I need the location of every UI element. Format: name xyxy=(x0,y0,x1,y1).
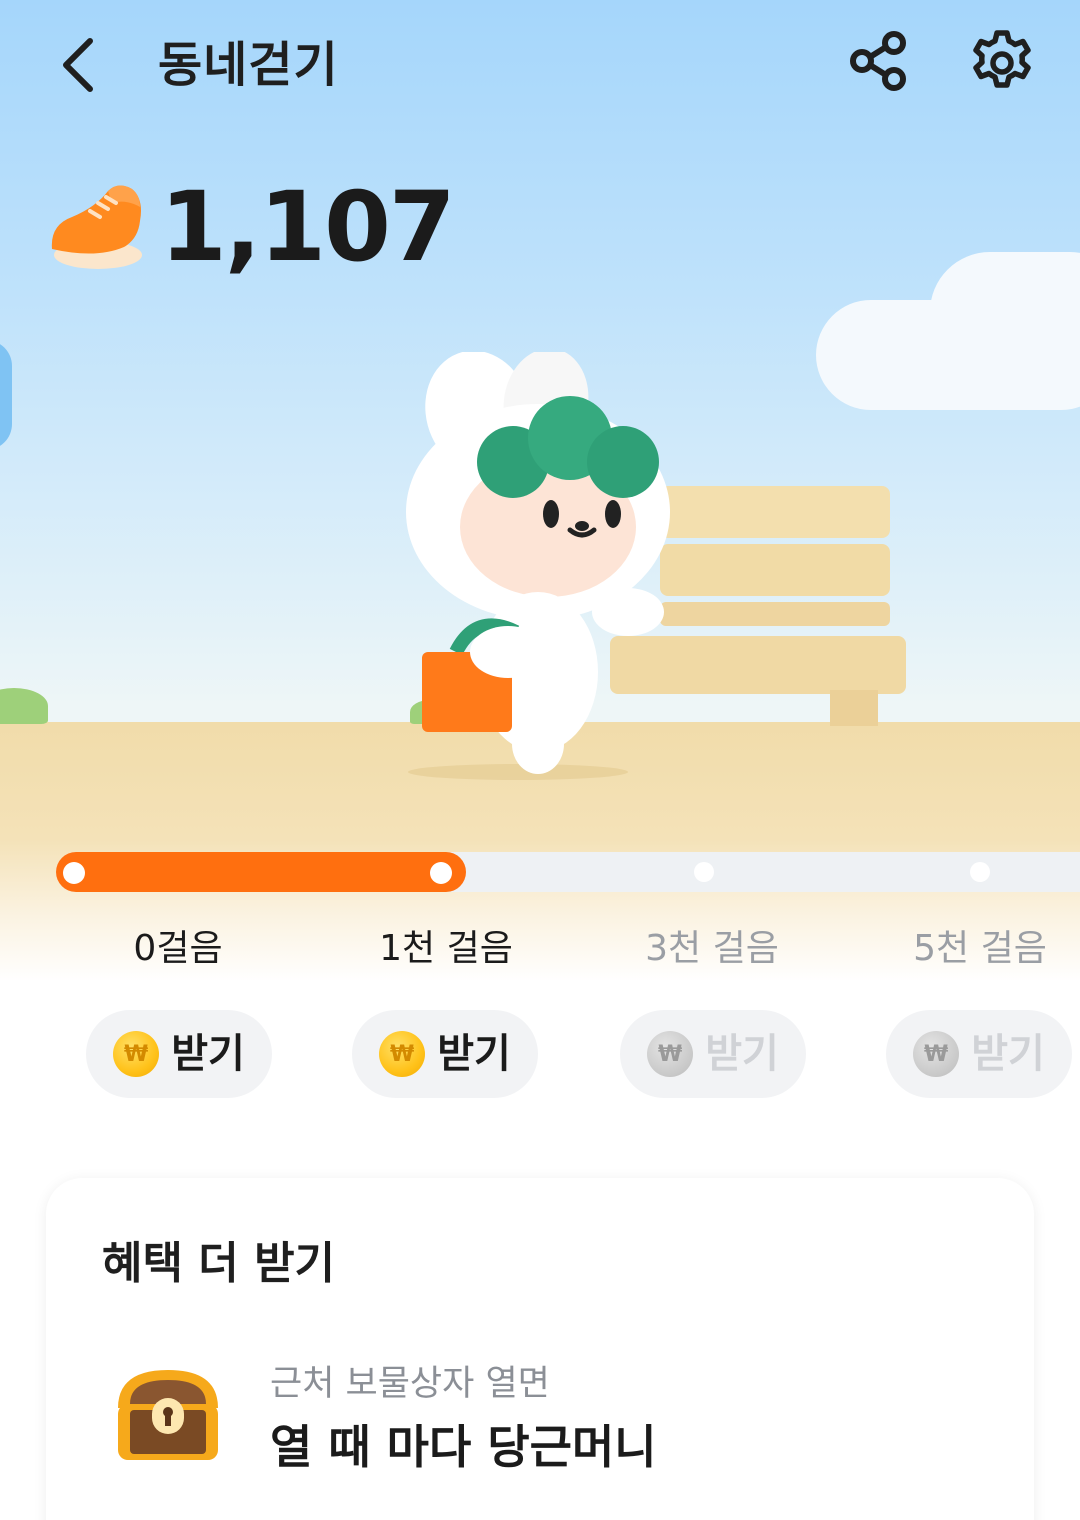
cloud xyxy=(930,252,1080,372)
page-title: 동네걷기 xyxy=(158,37,339,93)
rabbit-mascot-illustration xyxy=(406,352,670,780)
claim-label: 받기 xyxy=(437,1031,511,1077)
coin-icon: ₩ xyxy=(647,1031,694,1077)
coin-symbol: ₩ xyxy=(124,1041,149,1067)
coin-icon: ₩ xyxy=(913,1031,960,1077)
claim-reward-button-3[interactable]: ₩ 받기 xyxy=(886,1010,1072,1098)
claim-reward-button-0[interactable]: ₩ 받기 xyxy=(86,1010,272,1098)
share-icon xyxy=(850,31,906,91)
gear-icon xyxy=(973,30,1031,88)
milestone-dot-1 xyxy=(430,862,452,884)
claim-reward-button-2[interactable]: ₩ 받기 xyxy=(620,1010,806,1098)
benefit-subtitle: 근처 보물상자 열면 xyxy=(270,1364,550,1404)
coin-symbol: ₩ xyxy=(658,1041,683,1067)
hero-scene xyxy=(0,0,1080,980)
step-count-value: 1,107 xyxy=(160,171,456,283)
coin-symbol: ₩ xyxy=(390,1041,415,1067)
coin-icon: ₩ xyxy=(113,1031,160,1077)
claim-reward-button-1[interactable]: ₩ 받기 xyxy=(352,1010,538,1098)
benefits-card: 혜택 더 받기 근처 보물상자 열면 열 때 마다 당근머니 xyxy=(46,1178,1034,1520)
back-button[interactable] xyxy=(48,30,108,100)
milestone-dot-2 xyxy=(694,862,714,882)
settings-button[interactable] xyxy=(964,25,1040,101)
milestone-dot-0 xyxy=(63,862,85,884)
step-counter: 1,107 xyxy=(46,171,456,283)
treasure-chest-icon xyxy=(118,1370,218,1460)
milestone-dot-3 xyxy=(970,862,990,882)
milestone-label: 5천 걸음 xyxy=(913,928,1047,969)
coin-symbol: ₩ xyxy=(924,1041,949,1067)
top-app-bar: 동네걷기 xyxy=(0,0,1080,130)
progress-fill xyxy=(56,852,466,892)
sneaker-icon xyxy=(51,185,142,269)
milestone-label: 0걸음 xyxy=(133,928,223,969)
bush xyxy=(0,688,48,724)
milestone-label: 3천 걸음 xyxy=(645,928,779,969)
benefit-title[interactable]: 열 때 마다 당근머니 xyxy=(270,1418,657,1476)
claim-label: 받기 xyxy=(171,1031,245,1077)
claim-label: 받기 xyxy=(971,1031,1045,1077)
share-button[interactable] xyxy=(842,25,914,97)
coin-icon: ₩ xyxy=(379,1031,426,1077)
benefits-card-title: 혜택 더 받기 xyxy=(102,1238,336,1289)
claim-label: 받기 xyxy=(705,1031,779,1077)
chevron-left-icon xyxy=(63,38,93,92)
milestone-label: 1천 걸음 xyxy=(379,928,513,969)
cloud-left-edge xyxy=(0,340,12,450)
